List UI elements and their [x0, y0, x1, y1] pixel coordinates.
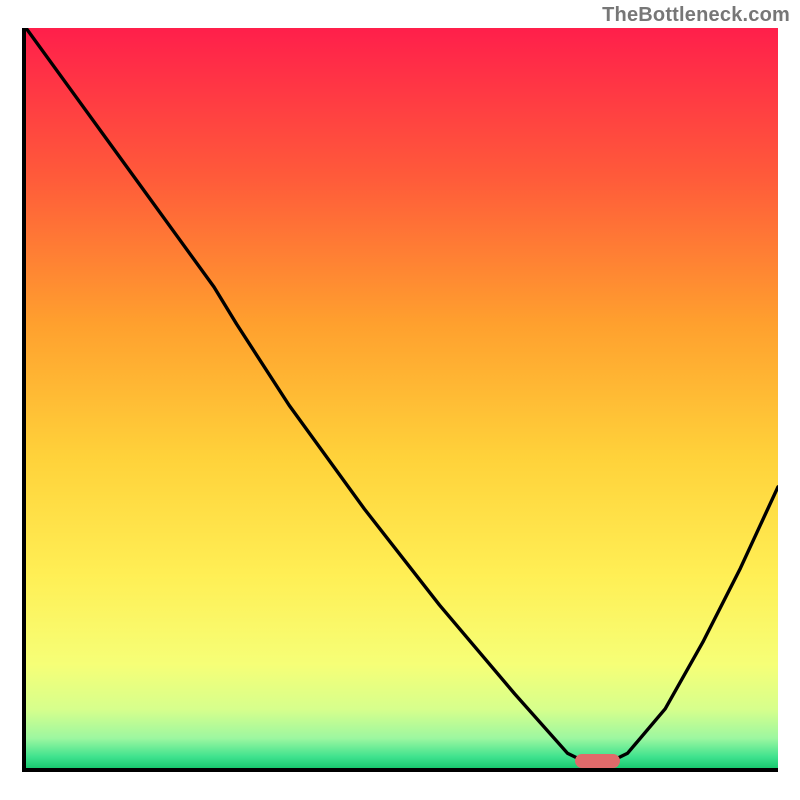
chart-container: TheBottleneck.com	[0, 0, 800, 800]
bottleneck-curve	[26, 28, 778, 768]
plot-area	[26, 28, 778, 768]
watermark-text: TheBottleneck.com	[602, 4, 790, 27]
optimal-range-marker	[575, 754, 620, 768]
